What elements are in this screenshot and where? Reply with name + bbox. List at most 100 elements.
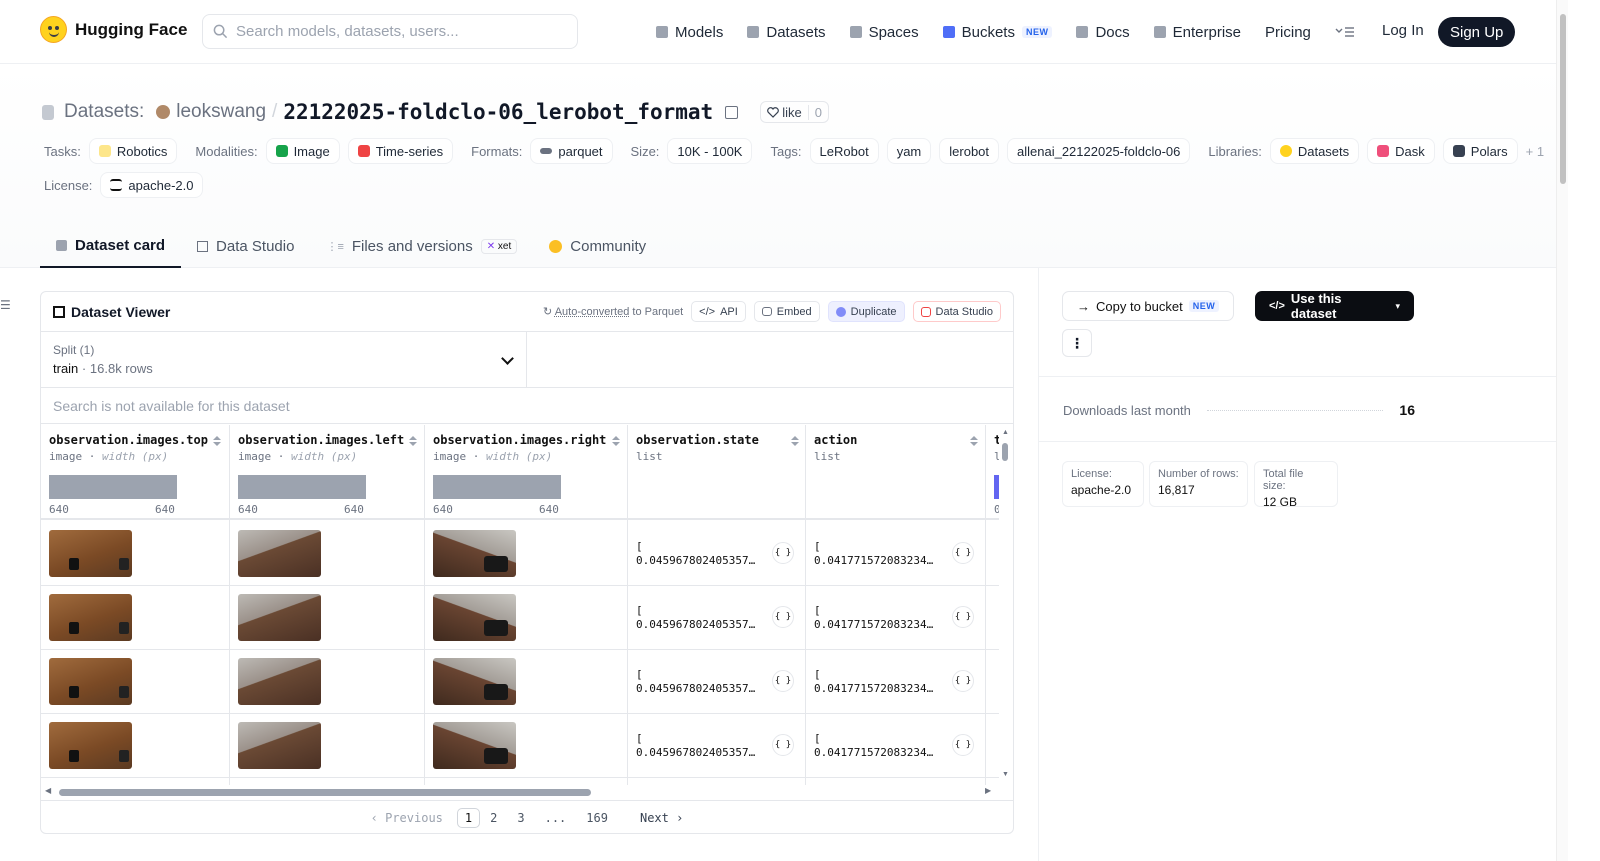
camera-image-thumbnail[interactable] [238,594,321,641]
expand-json-icon[interactable]: { } [772,670,794,692]
format-chip-parquet[interactable]: parquet [530,138,613,164]
signup-button[interactable]: Sign Up [1438,17,1516,47]
size-chip[interactable]: 10K - 100K [667,138,753,164]
expand-json-icon[interactable]: { } [952,670,974,692]
expand-json-icon[interactable]: { } [952,542,974,564]
camera-image-thumbnail[interactable] [433,722,516,769]
page-button[interactable]: 1 [456,807,481,828]
camera-image-thumbnail[interactable] [49,658,132,705]
tab-files-and-versions[interactable]: ⋮≡ Files and versions ✕ xet [310,224,533,268]
tag-chip[interactable]: allenai_22122025-foldclo-06 [1007,138,1191,164]
camera-image-thumbnail[interactable] [49,722,132,769]
histogram-bar[interactable] [433,475,561,499]
scroll-down-icon[interactable]: ▼ [1002,771,1009,778]
table-cell[interactable]: [ 0.041771572083234… { } [806,650,986,714]
library-chip-dask[interactable]: Dask [1367,138,1435,164]
global-search[interactable] [202,14,578,49]
more-options-button[interactable]: ⋮ [1062,329,1092,357]
nav-datasets[interactable]: Datasets [747,24,826,41]
duplicate-button[interactable]: Duplicate [827,301,905,322]
search-input[interactable] [236,23,556,40]
license-chip[interactable]: apache-2.0 [100,172,204,198]
table-cell[interactable]: [ 0.041771572083234… { } [806,586,986,650]
nav-pricing[interactable]: Pricing [1265,24,1311,41]
column-header[interactable]: action list [806,425,985,520]
copy-to-bucket-button[interactable]: → Copy to bucket NEW [1062,291,1235,321]
table-cell[interactable]: [ 0.041771572083234… { } [806,714,986,778]
camera-image-thumbnail[interactable] [433,594,516,641]
login-link[interactable]: Log In [1382,22,1424,39]
tag-chip[interactable]: lerobot [939,138,1000,164]
page-scrollbar[interactable] [1556,0,1568,861]
tab-data-studio[interactable]: Data Studio [181,224,310,268]
table-cell[interactable] [230,522,425,586]
table-cell[interactable] [230,714,425,778]
page-button[interactable]: 3 [507,811,534,825]
camera-image-thumbnail[interactable] [238,658,321,705]
column-header[interactable]: observation.images.top image · width (px… [41,425,229,520]
camera-image-thumbnail[interactable] [433,658,516,705]
modality-chip-timeseries[interactable]: Time-series [347,138,454,164]
tag-chip[interactable]: LeRobot [809,138,879,164]
split-selector[interactable]: Split (1) train · 16.8k rows [41,332,1013,388]
tab-community[interactable]: Community [533,224,662,268]
tag-chip[interactable]: yam [886,138,932,164]
libraries-more[interactable]: + 1 [1526,144,1544,159]
nav-models[interactable]: Models [656,24,723,41]
file-size-stat[interactable]: Total file size: 12 GB [1254,461,1338,509]
nav-buckets[interactable]: Buckets NEW [942,24,1053,41]
table-vertical-scrollbar[interactable]: ▲ ▼ [999,425,1013,785]
table-cell[interactable]: [ 0.045967802405357… { } [628,650,806,714]
scroll-left-icon[interactable]: ◀ [45,786,51,795]
nav-enterprise[interactable]: Enterprise [1153,24,1241,41]
library-chip-datasets[interactable]: Datasets [1269,138,1360,164]
embed-button[interactable]: Embed [753,301,820,322]
task-chip-robotics[interactable]: Robotics [88,138,178,164]
nav-docs[interactable]: Docs [1076,24,1130,41]
histogram-bar[interactable] [238,475,366,499]
page-button[interactable]: 169 [576,811,618,825]
table-cell[interactable]: [ 0.045967802405357… { } [628,714,806,778]
scroll-up-icon[interactable]: ▲ [1002,429,1009,436]
section-label[interactable]: Datasets: [64,101,144,123]
camera-image-thumbnail[interactable] [49,530,132,577]
sort-icon[interactable] [612,436,620,446]
expand-json-icon[interactable]: { } [952,606,974,628]
table-cell[interactable] [41,650,230,714]
copy-icon[interactable] [725,105,739,119]
table-cell[interactable] [425,586,628,650]
table-cell[interactable]: [ 0.041771572083234… { } [806,522,986,586]
auto-converted-note[interactable]: ↻ Auto-converted to Parquet [543,305,683,318]
table-cell[interactable] [986,650,999,714]
table-cell[interactable]: [ 0.045967802405357… { } [628,586,806,650]
table-cell[interactable] [425,522,628,586]
sort-icon[interactable] [409,436,417,446]
like-button[interactable]: like 0 [760,101,829,123]
library-chip-polars[interactable]: Polars [1442,138,1518,164]
next-page-button[interactable]: Next › [630,811,693,825]
nav-more-menu[interactable] [1335,26,1355,38]
modality-chip-image[interactable]: Image [265,138,340,164]
table-cell[interactable] [986,586,999,650]
column-header[interactable]: observation.images.left image · width (p… [230,425,424,520]
rows-stat[interactable]: Number of rows: 16,817 [1149,461,1248,507]
previous-page-button[interactable]: ‹ Previous [361,811,453,825]
use-this-dataset-button[interactable]: </> Use this dataset ▾ [1255,291,1414,321]
sort-icon[interactable] [970,436,978,446]
table-cell[interactable] [41,714,230,778]
nav-spaces[interactable]: Spaces [849,24,919,41]
table-cell[interactable] [41,586,230,650]
camera-image-thumbnail[interactable] [238,530,321,577]
api-button[interactable]: </> API [691,301,746,322]
column-header[interactable]: t l 0 [986,425,999,520]
expand-json-icon[interactable]: { } [772,734,794,756]
camera-image-thumbnail[interactable] [433,530,516,577]
table-cell[interactable] [986,714,999,778]
table-cell[interactable] [41,522,230,586]
sidebar-toggle-icon[interactable]: ☰ [0,298,11,312]
histogram-bar[interactable] [49,475,177,499]
brand-logo[interactable]: Hugging Face [40,16,187,43]
sort-icon[interactable] [213,436,221,446]
column-header[interactable]: observation.images.right image · width (… [425,425,627,520]
table-cell[interactable] [230,650,425,714]
